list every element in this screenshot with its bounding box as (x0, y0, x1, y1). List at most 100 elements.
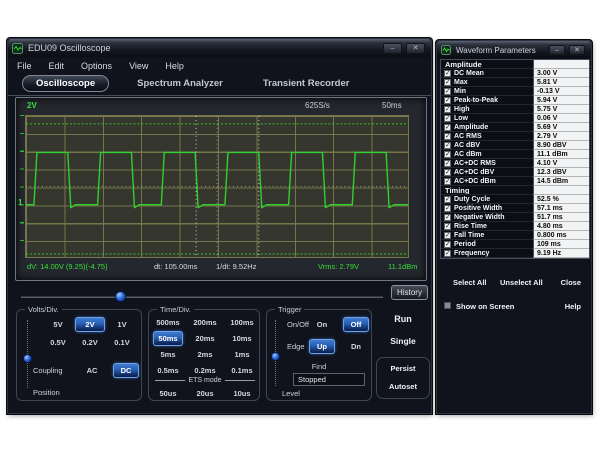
section-value-spacer (533, 186, 589, 195)
delta-v-readout: dV: 14.00V (9.25)(-4.75) (27, 262, 108, 271)
autoset-button[interactable]: Autoset (377, 382, 429, 391)
param-label: Frequency (454, 250, 489, 257)
time-ets-button-50us[interactable]: 50us (153, 386, 183, 401)
time-button-50ms[interactable]: 50ms (153, 331, 183, 346)
param-checkbox[interactable]: ✓ (444, 124, 451, 131)
time-button-100ms[interactable]: 100ms (227, 315, 257, 330)
main-titlebar[interactable]: EDU09 Oscilloscope – ✕ (8, 39, 431, 57)
param-checkbox[interactable]: ✓ (444, 214, 451, 221)
param-checkbox[interactable]: ✓ (444, 133, 451, 140)
param-checkbox[interactable]: ✓ (444, 160, 451, 167)
time-button-500ms[interactable]: 500ms (153, 315, 183, 330)
param-value: 0.06 V (533, 114, 589, 123)
volts-div-legend: Volts/Div. (25, 305, 62, 314)
param-checkbox[interactable]: ✓ (444, 169, 451, 176)
tab-transient-recorder[interactable]: Transient Recorder (263, 78, 350, 89)
menu-view[interactable]: View (129, 61, 148, 71)
help-button[interactable]: Help (565, 302, 581, 311)
param-checkbox[interactable]: ✓ (444, 79, 451, 86)
time-button-200ms[interactable]: 200ms (190, 315, 220, 330)
volts-button-1v[interactable]: 1V (107, 317, 137, 332)
param-checkbox[interactable]: ✓ (444, 97, 451, 104)
select-all-button[interactable]: Select All (453, 278, 487, 287)
param-label-cell: ✓Rise Time (441, 222, 533, 231)
persist-button[interactable]: Persist (377, 364, 429, 373)
level-label: Level (282, 389, 300, 398)
trigger-edge-button-dn[interactable]: Dn (343, 339, 369, 354)
param-value: -0.13 V (533, 87, 589, 96)
minimize-button[interactable]: – (549, 45, 565, 55)
coupling-button-dc[interactable]: DC (113, 363, 139, 378)
time-button-2ms[interactable]: 2ms (190, 347, 220, 362)
param-checkbox[interactable]: ✓ (444, 196, 451, 203)
time-button-0-1ms[interactable]: 0.1ms (227, 363, 257, 378)
vrms-readout: Vrms: 2.79V (318, 262, 359, 271)
trigger-onoff-button-on[interactable]: On (309, 317, 335, 332)
tab-oscilloscope[interactable]: Oscilloscope (22, 75, 109, 92)
time-button-1ms[interactable]: 1ms (227, 347, 257, 362)
menu-edit[interactable]: Edit (49, 61, 65, 71)
param-checkbox[interactable]: ✓ (444, 223, 451, 230)
time-ets-button-20us[interactable]: 20us (190, 386, 220, 401)
time-ets-button-10us[interactable]: 10us (227, 386, 257, 401)
close-params-button[interactable]: Close (561, 278, 581, 287)
app-icon (12, 43, 23, 54)
unselect-all-button[interactable]: Unselect All (500, 278, 543, 287)
trigger-position-thumb[interactable] (115, 291, 126, 302)
param-checkbox[interactable]: ✓ (444, 115, 451, 122)
volts-button-5v[interactable]: 5V (43, 317, 73, 332)
coupling-button-ac[interactable]: AC (79, 363, 105, 378)
menu-file[interactable]: File (17, 61, 32, 71)
trigger-edge-row: Edge UpDn (287, 339, 369, 354)
param-value: 2.79 V (533, 132, 589, 141)
param-checkbox[interactable]: ✓ (444, 151, 451, 158)
time-button-20ms[interactable]: 20ms (190, 331, 220, 346)
trigger-onoff-label: On/Off (287, 320, 309, 329)
trigger-onoff-button-off[interactable]: Off (343, 317, 369, 332)
param-checkbox[interactable]: ✓ (444, 232, 451, 239)
volts-per-div-readout: 2V (27, 101, 37, 110)
param-checkbox[interactable]: ✓ (444, 250, 451, 257)
tab-spectrum-analyzer[interactable]: Spectrum Analyzer (137, 78, 223, 89)
volts-button-0-2v[interactable]: 0.2V (75, 335, 105, 350)
param-checkbox[interactable]: ✓ (444, 70, 451, 77)
time-button-5ms[interactable]: 5ms (153, 347, 183, 362)
param-label-cell: ✓High (441, 105, 533, 114)
parameters-table: Amplitude✓DC Mean3.00 V✓Max5.81 V✓Min-0.… (440, 59, 590, 259)
volts-button-0-1v[interactable]: 0.1V (107, 335, 137, 350)
param-label-cell: ✓Frequency (441, 249, 533, 258)
param-checkbox[interactable]: ✓ (444, 142, 451, 149)
volts-button-0-5v[interactable]: 0.5V (43, 335, 73, 350)
param-value: 5.69 V (533, 123, 589, 132)
position-slider-thumb[interactable] (23, 354, 32, 363)
param-value: 11.1 dBm (533, 150, 589, 159)
param-checkbox[interactable]: ✓ (444, 178, 451, 185)
find-button[interactable]: Find (267, 362, 371, 371)
trigger-position-track[interactable] (21, 296, 383, 298)
level-slider-thumb[interactable] (271, 352, 280, 361)
param-checkbox[interactable]: ✓ (444, 205, 451, 212)
wp-titlebar[interactable]: Waveform Parameters – ✕ (437, 41, 591, 59)
close-button[interactable]: ✕ (406, 43, 425, 54)
run-button[interactable]: Run (376, 314, 430, 324)
table-row: ✓AC RMS2.79 V (441, 132, 589, 141)
menu-options[interactable]: Options (81, 61, 112, 71)
param-checkbox[interactable]: ✓ (444, 241, 451, 248)
trigger-edge-button-up[interactable]: Up (309, 339, 335, 354)
time-button-10ms[interactable]: 10ms (227, 331, 257, 346)
close-button[interactable]: ✕ (569, 45, 585, 55)
menu-help[interactable]: Help (165, 61, 184, 71)
time-button-0-5ms[interactable]: 0.5ms (153, 363, 183, 378)
param-checkbox[interactable]: ✓ (444, 88, 451, 95)
history-button[interactable]: History (391, 285, 428, 300)
volts-button-2v[interactable]: 2V (75, 317, 105, 332)
param-value: 3.00 V (533, 69, 589, 78)
param-checkbox[interactable]: ✓ (444, 106, 451, 113)
single-button[interactable]: Single (376, 336, 430, 346)
param-label: High (454, 106, 470, 113)
titlebar-buttons: – ✕ (549, 45, 585, 55)
table-row: ✓AC+DC RMS4.10 V (441, 159, 589, 168)
time-button-0-2ms[interactable]: 0.2ms (190, 363, 220, 378)
show-on-screen-checkbox[interactable] (444, 302, 451, 309)
minimize-button[interactable]: – (383, 43, 402, 54)
